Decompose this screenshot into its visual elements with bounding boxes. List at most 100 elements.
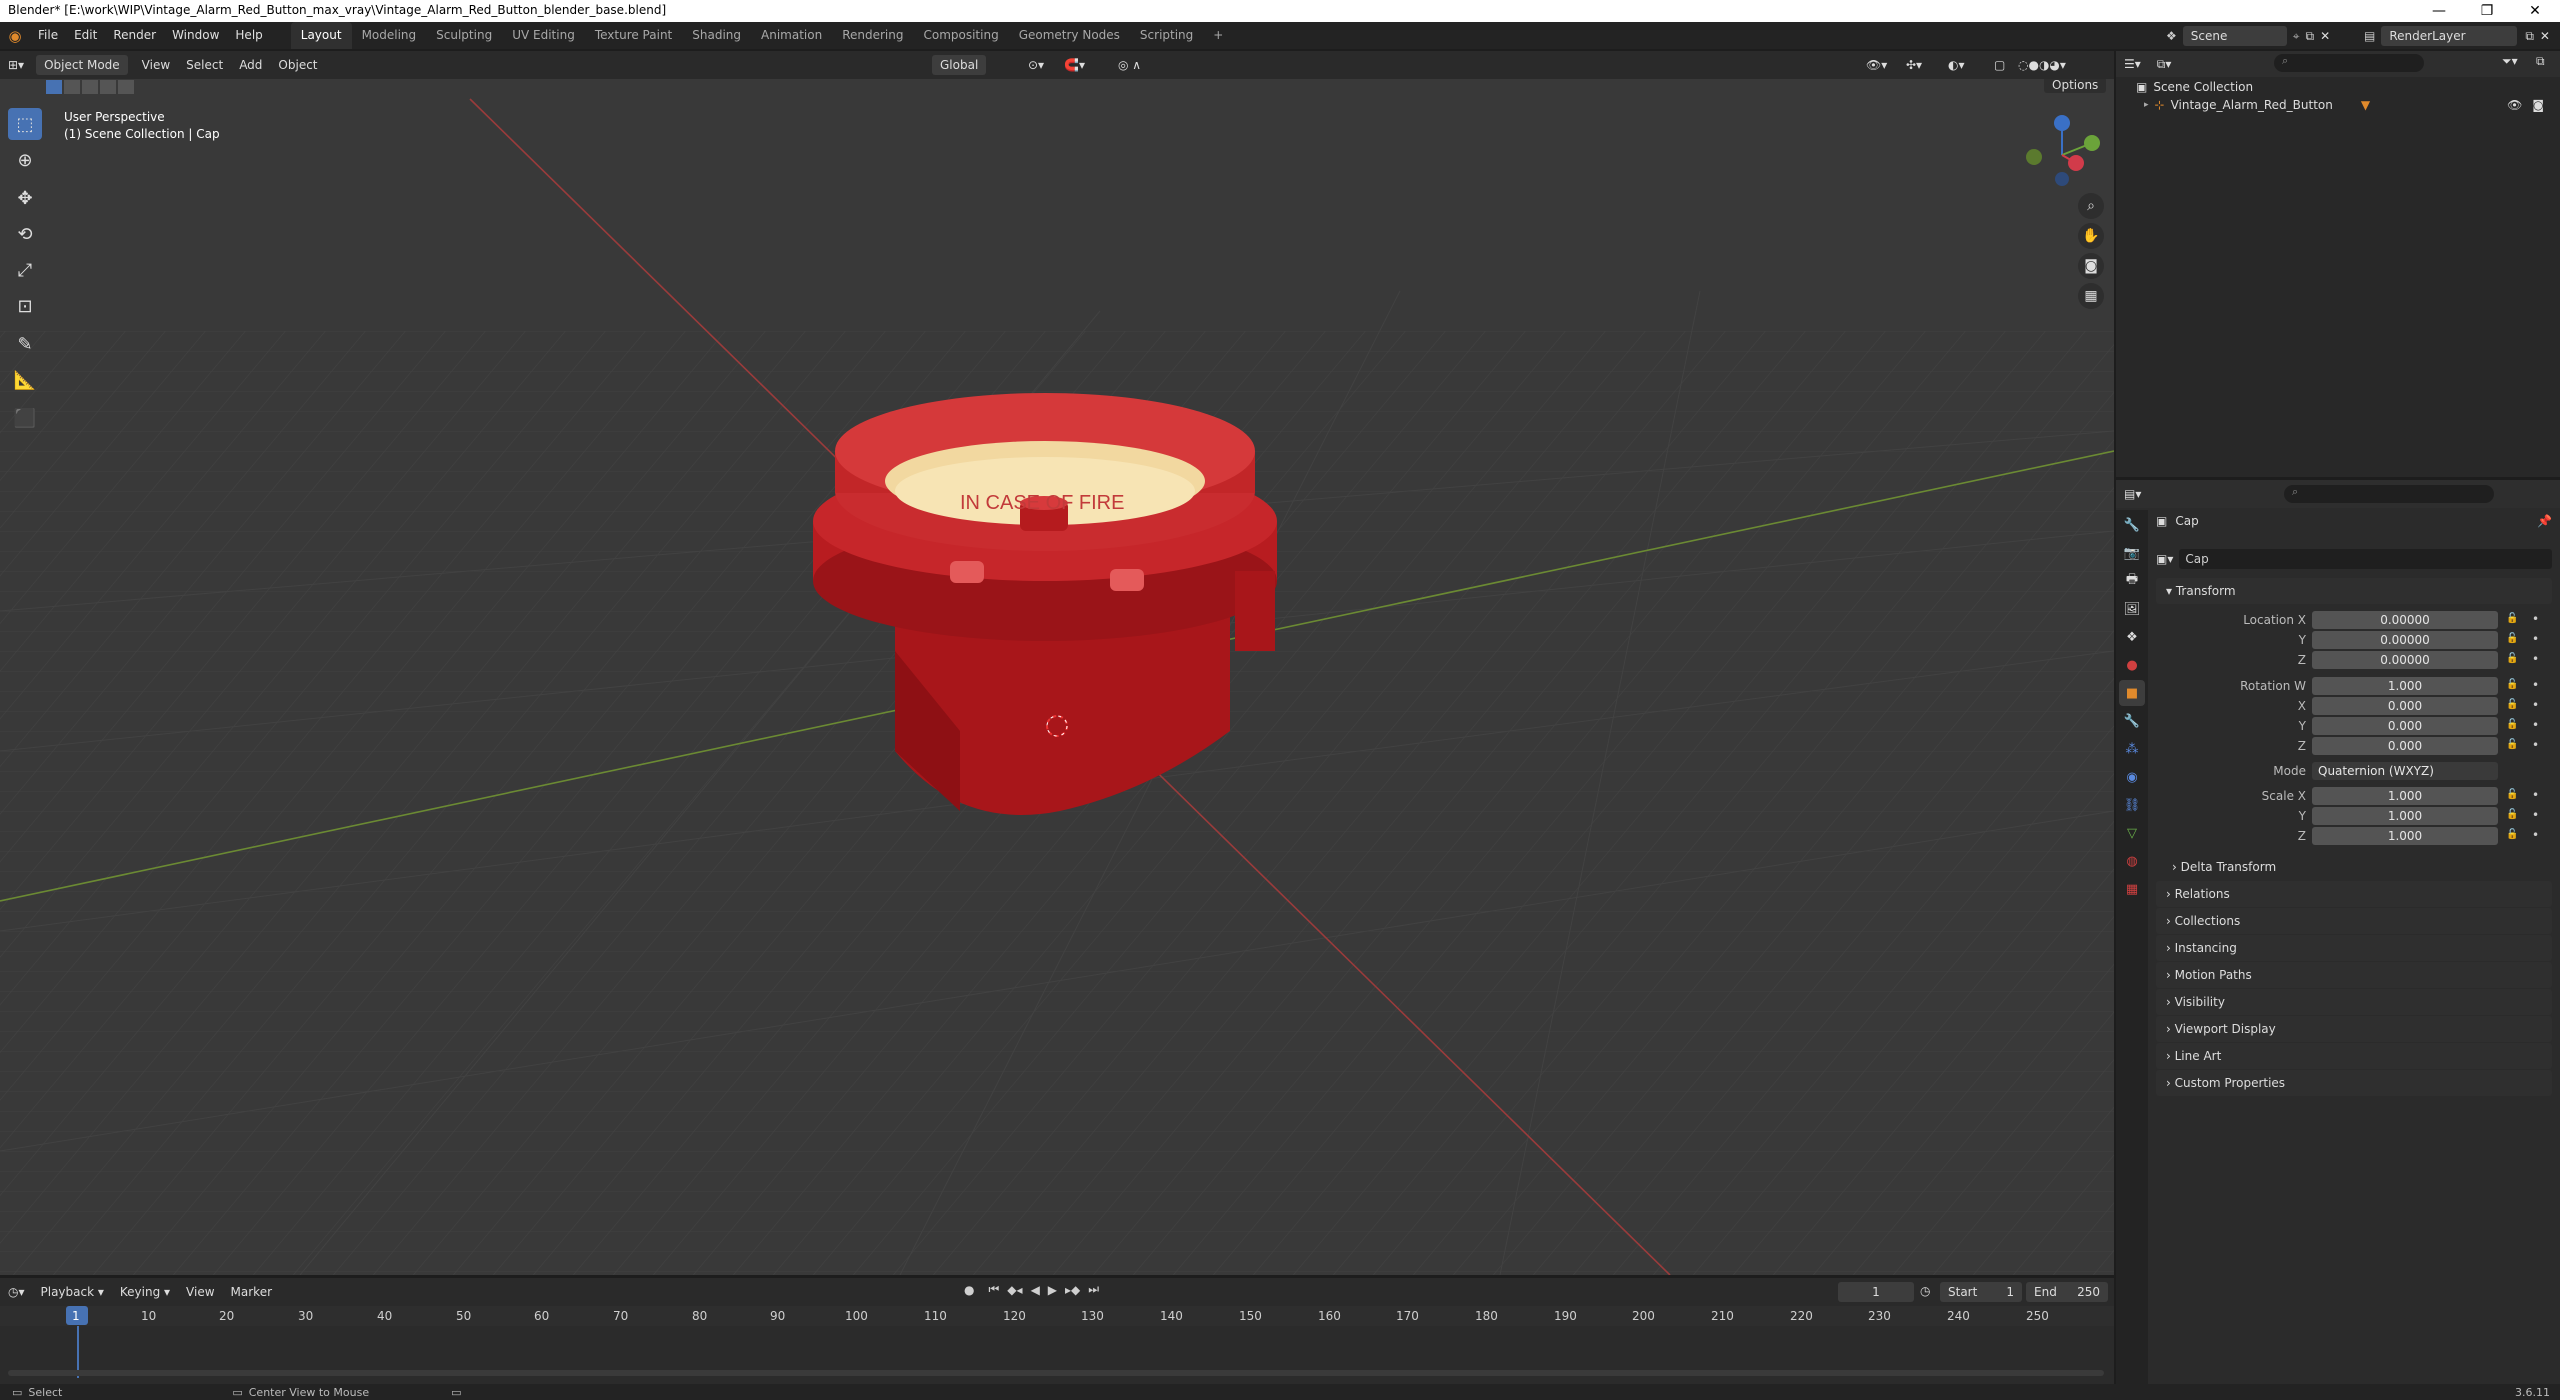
render-camera-icon[interactable]: ◙	[2532, 98, 2544, 112]
data-tab-icon[interactable]: ▽	[2119, 820, 2145, 846]
play-reverse-icon[interactable]: ◀	[1031, 1283, 1040, 1297]
particles-tab-icon[interactable]: ⁂	[2119, 736, 2145, 762]
filter-icon[interactable]: ⏷▾	[2502, 54, 2518, 69]
outliner-search-input[interactable]: ⌕	[2274, 54, 2424, 72]
orientation-selector[interactable]: Global	[932, 55, 987, 75]
rotation-z-field[interactable]: 0.000	[2312, 737, 2498, 755]
menu-window[interactable]: Window	[164, 22, 227, 49]
mode-selector[interactable]: Object Mode	[36, 55, 128, 75]
zoom-icon[interactable]: ⌕	[2078, 193, 2104, 219]
lock-icon[interactable]: 🔓	[2506, 613, 2518, 624]
rotation-mode-dropdown[interactable]: Quaternion (WXYZ)	[2312, 762, 2498, 780]
add-cube-tool-icon[interactable]: ⬛	[8, 402, 42, 434]
display-mode-icon[interactable]: ⧉▾	[2149, 54, 2180, 74]
eye-icon[interactable]: 👁	[2507, 98, 2522, 112]
tab-geometry-nodes[interactable]: Geometry Nodes	[1009, 22, 1130, 49]
tab-sculpting[interactable]: Sculpting	[426, 22, 502, 49]
object-tab-icon[interactable]: ■	[2119, 680, 2145, 706]
rotation-w-field[interactable]: 1.000	[2312, 677, 2498, 695]
scale-x-field[interactable]: 1.000	[2312, 787, 2498, 805]
lock-icon[interactable]: 🔓	[2506, 739, 2518, 750]
keyframe-dot-icon[interactable]: •	[2532, 678, 2539, 692]
delete-layer-icon[interactable]: ✕	[2540, 29, 2550, 43]
menu-add[interactable]: Add	[231, 55, 270, 75]
delta-transform-subpanel[interactable]: › Delta Transform	[2172, 860, 2276, 874]
scene-tab-icon[interactable]: ❖	[2119, 624, 2145, 650]
tab-rendering[interactable]: Rendering	[832, 22, 913, 49]
pan-hand-icon[interactable]: ✋	[2078, 223, 2104, 249]
menu-select[interactable]: Select	[178, 55, 231, 75]
keyframe-dot-icon[interactable]: •	[2532, 632, 2539, 646]
datablock-name-field[interactable]: Cap	[2179, 549, 2552, 569]
grid-icon[interactable]: ▦	[2078, 283, 2104, 309]
scale-tool-icon[interactable]: ⤢	[8, 254, 42, 286]
menu-playback[interactable]: Playback ▾	[33, 1282, 112, 1302]
timeline-scrollbar[interactable]	[8, 1370, 2104, 1376]
tab-shading[interactable]: Shading	[682, 22, 751, 49]
maximize-button[interactable]: ❐	[2464, 0, 2510, 22]
physics-tab-icon[interactable]: ◉	[2119, 764, 2145, 790]
menu-render[interactable]: Render	[105, 22, 164, 49]
menu-file[interactable]: File	[30, 22, 66, 49]
keyframe-dot-icon[interactable]: •	[2532, 788, 2539, 802]
visibility-panel-header[interactable]: › Visibility	[2156, 989, 2552, 1015]
scene-selector[interactable]: ❖ Scene ⌖ ⧉ ✕	[2166, 26, 2330, 46]
tool-tab-icon[interactable]: 🔧	[2119, 512, 2145, 538]
instancing-panel-header[interactable]: › Instancing	[2156, 935, 2552, 961]
minimize-button[interactable]: —	[2416, 0, 2462, 22]
outliner-editor-icon[interactable]: ☰▾	[2116, 54, 2149, 74]
keyframe-dot-icon[interactable]: •	[2532, 718, 2539, 732]
keyframe-dot-icon[interactable]: •	[2532, 698, 2539, 712]
new-collection-icon[interactable]: ⧉	[2536, 54, 2545, 69]
prev-keyframe-icon[interactable]: ◆◂	[1007, 1283, 1022, 1297]
timeline-editor-icon[interactable]: ◷▾	[0, 1282, 33, 1302]
lock-icon[interactable]: 🔓	[2506, 829, 2518, 840]
render-layer-selector[interactable]: ▤ RenderLayer ⧉ ✕	[2364, 26, 2550, 46]
location-y-field[interactable]: 0.00000	[2312, 631, 2498, 649]
next-keyframe-icon[interactable]: ▸◆	[1065, 1283, 1080, 1297]
texture-tab-icon[interactable]: ▦	[2119, 876, 2145, 902]
rotate-tool-icon[interactable]: ⟲	[8, 218, 42, 250]
lock-icon[interactable]: 🔓	[2506, 719, 2518, 730]
pin-properties-icon[interactable]: 📌	[2537, 514, 2552, 528]
datablock-icon[interactable]: ▣▾	[2156, 552, 2173, 566]
select-invert-icon[interactable]	[100, 80, 116, 94]
lock-icon[interactable]: 🔓	[2506, 679, 2518, 690]
outliner-root[interactable]: ▣ Scene Collection	[2136, 80, 2253, 94]
snap-icon[interactable]: 🧲▾	[1056, 55, 1093, 75]
rotation-x-field[interactable]: 0.000	[2312, 697, 2498, 715]
overlay-toggle-icon[interactable]: ◐▾	[1940, 55, 1973, 75]
start-frame-field[interactable]: Start 1	[1940, 1282, 2022, 1302]
keyframe-dot-icon[interactable]: •	[2532, 612, 2539, 626]
transform-panel-header[interactable]: ▾ Transform	[2156, 578, 2552, 604]
select-intersect-icon[interactable]	[118, 80, 134, 94]
options-button[interactable]: Options	[2044, 77, 2107, 93]
menu-object[interactable]: Object	[270, 55, 325, 75]
tab-modeling[interactable]: Modeling	[352, 22, 427, 49]
menu-keying[interactable]: Keying ▾	[112, 1282, 178, 1302]
scale-y-field[interactable]: 1.000	[2312, 807, 2498, 825]
play-icon[interactable]: ▶	[1048, 1283, 1057, 1297]
pin-icon[interactable]: ⌖	[2293, 29, 2300, 44]
jump-end-icon[interactable]: ⏭	[1088, 1282, 1099, 1297]
keyframe-dot-icon[interactable]: •	[2532, 808, 2539, 822]
move-tool-icon[interactable]: ✥	[8, 182, 42, 214]
tab-animation[interactable]: Animation	[751, 22, 832, 49]
editor-type-icon[interactable]: ⊞▾	[0, 55, 32, 75]
select-subtract-icon[interactable]	[82, 80, 98, 94]
close-button[interactable]: ✕	[2512, 0, 2558, 22]
clock-icon[interactable]: ◷	[1920, 1284, 1930, 1298]
location-x-field[interactable]: 0.00000	[2312, 611, 2498, 629]
new-scene-icon[interactable]: ⧉	[2306, 29, 2315, 44]
record-icon[interactable]: ●	[964, 1283, 974, 1297]
end-frame-field[interactable]: End 250	[2026, 1282, 2108, 1302]
blender-logo-icon[interactable]: ◉	[0, 27, 30, 45]
tab-texture-paint[interactable]: Texture Paint	[585, 22, 682, 49]
keyframe-dot-icon[interactable]: •	[2532, 738, 2539, 752]
properties-search-input[interactable]: ⌕	[2284, 485, 2494, 503]
tab-layout[interactable]: Layout	[290, 22, 352, 49]
cursor-tool-icon[interactable]: ⊕	[8, 144, 42, 176]
menu-edit[interactable]: Edit	[66, 22, 105, 49]
line-art-panel-header[interactable]: › Line Art	[2156, 1043, 2552, 1069]
location-z-field[interactable]: 0.00000	[2312, 651, 2498, 669]
